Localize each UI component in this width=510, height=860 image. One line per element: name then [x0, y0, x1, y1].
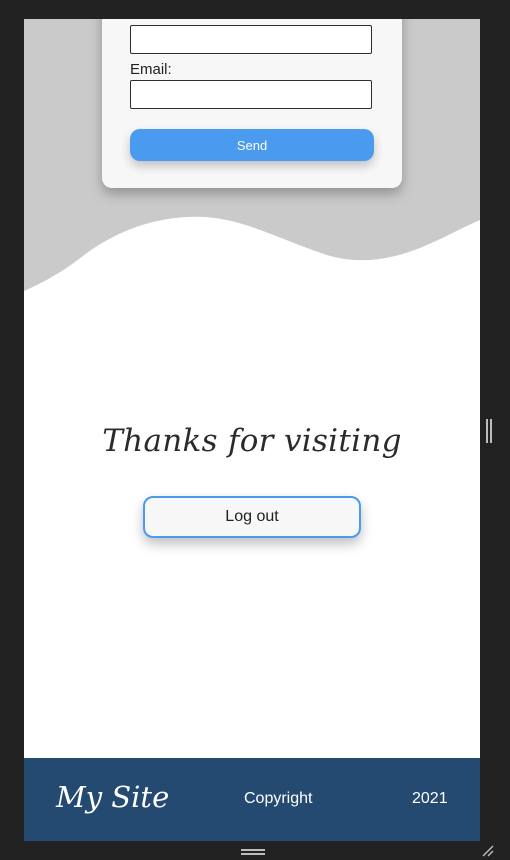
- vertical-resize-handle-icon[interactable]: [486, 419, 492, 443]
- send-button[interactable]: Send: [130, 129, 374, 161]
- horizontal-resize-handle-icon[interactable]: [241, 849, 265, 855]
- footer-copyright: Copyright: [244, 790, 313, 807]
- name-input[interactable]: [130, 25, 372, 54]
- browser-frame: Email: Send Thanks for visiting Log out …: [0, 0, 510, 860]
- footer-brand-logo[interactable]: My Site: [56, 780, 169, 814]
- thanks-heading: Thanks for visiting: [102, 423, 402, 459]
- resize-corner-icon[interactable]: [482, 845, 494, 857]
- contact-form-card: Email: Send: [102, 19, 402, 188]
- email-label: Email:: [130, 61, 172, 78]
- logout-button[interactable]: Log out: [143, 496, 361, 538]
- footer-year: 2021: [412, 790, 448, 807]
- page-viewport: Email: Send Thanks for visiting Log out …: [24, 19, 480, 841]
- site-footer: My Site Copyright 2021: [24, 758, 480, 841]
- email-input[interactable]: [130, 80, 372, 109]
